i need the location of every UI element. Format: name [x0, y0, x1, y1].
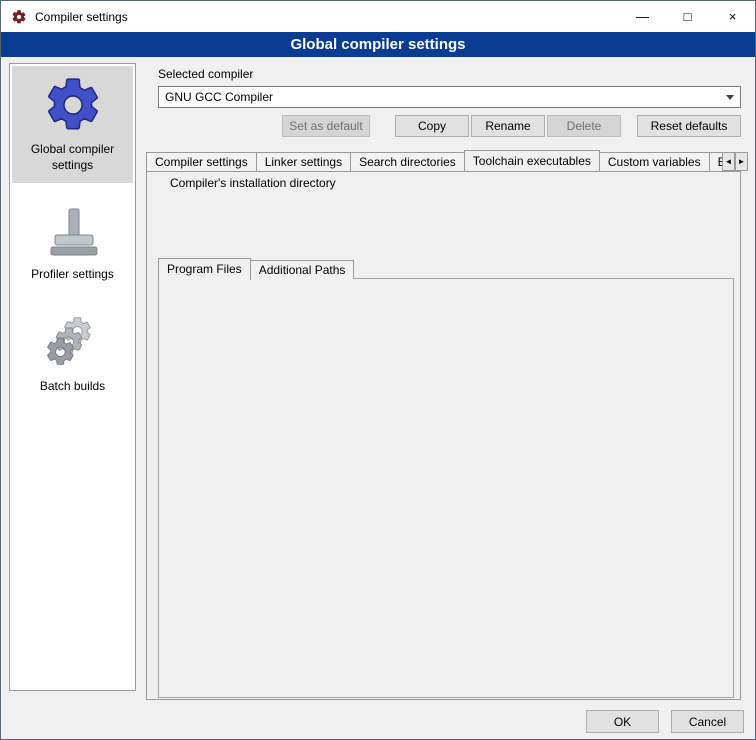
- settings-category-sidebar: Global compiler settings Profiler settin…: [9, 63, 136, 691]
- ok-button[interactable]: OK: [586, 710, 659, 733]
- program-files-panel: [158, 278, 734, 698]
- compiler-select-value: GNU GCC Compiler: [165, 90, 273, 104]
- tab-additional-paths[interactable]: Additional Paths: [250, 260, 355, 279]
- titlebar: Compiler settings — □ ×: [1, 1, 755, 32]
- tab-toolchain-executables[interactable]: Toolchain executables: [464, 150, 600, 171]
- compiler-settings-window: Compiler settings — □ × Global compiler …: [0, 0, 756, 740]
- sidebar-item-label: Profiler settings: [14, 267, 131, 283]
- tab-custom-variables[interactable]: Custom variables: [599, 152, 710, 171]
- tab-linker-settings[interactable]: Linker settings: [256, 152, 351, 171]
- reset-defaults-button[interactable]: Reset defaults: [637, 115, 741, 137]
- stacked-gears-icon: [44, 315, 102, 373]
- delete-button[interactable]: Delete: [547, 115, 621, 137]
- settings-tabstrip: Compiler settings Linker settings Search…: [146, 149, 722, 171]
- sidebar-item-label: Global compiler settings: [14, 142, 131, 173]
- sidebar-item-label: Batch builds: [14, 379, 131, 395]
- tab-scroll-right-icon[interactable]: ►: [735, 152, 748, 171]
- tab-compiler-settings[interactable]: Compiler settings: [146, 152, 257, 171]
- window-controls: — □ ×: [620, 1, 755, 32]
- cancel-button[interactable]: Cancel: [671, 710, 744, 733]
- blue-gear-icon: [42, 74, 104, 136]
- chevron-down-icon: [726, 95, 734, 100]
- tab-scroll-left-icon[interactable]: ◄: [722, 152, 735, 171]
- close-icon[interactable]: ×: [710, 1, 755, 32]
- minimize-icon[interactable]: —: [620, 1, 665, 32]
- installation-directory-legend: Compiler's installation directory: [166, 176, 340, 190]
- tab-program-files[interactable]: Program Files: [158, 258, 251, 280]
- sidebar-item-batch-builds[interactable]: Batch builds: [12, 307, 133, 405]
- page-title: Global compiler settings: [1, 32, 755, 57]
- profiler-tool-icon: [45, 205, 101, 261]
- sidebar-item-profiler-settings[interactable]: Profiler settings: [12, 197, 133, 293]
- program-files-tabstrip: Program Files Additional Paths: [158, 257, 353, 279]
- copy-button[interactable]: Copy: [395, 115, 469, 137]
- tab-build-truncated[interactable]: Buil: [709, 152, 722, 171]
- selected-compiler-label: Selected compiler: [158, 67, 253, 81]
- maximize-icon[interactable]: □: [665, 1, 710, 32]
- sidebar-item-global-compiler-settings[interactable]: Global compiler settings: [12, 66, 133, 183]
- tab-search-directories[interactable]: Search directories: [350, 152, 465, 171]
- compiler-select[interactable]: GNU GCC Compiler: [158, 86, 741, 108]
- rename-button[interactable]: Rename: [471, 115, 545, 137]
- app-icon: [11, 9, 27, 25]
- set-as-default-button[interactable]: Set as default: [282, 115, 370, 137]
- window-title: Compiler settings: [35, 10, 128, 24]
